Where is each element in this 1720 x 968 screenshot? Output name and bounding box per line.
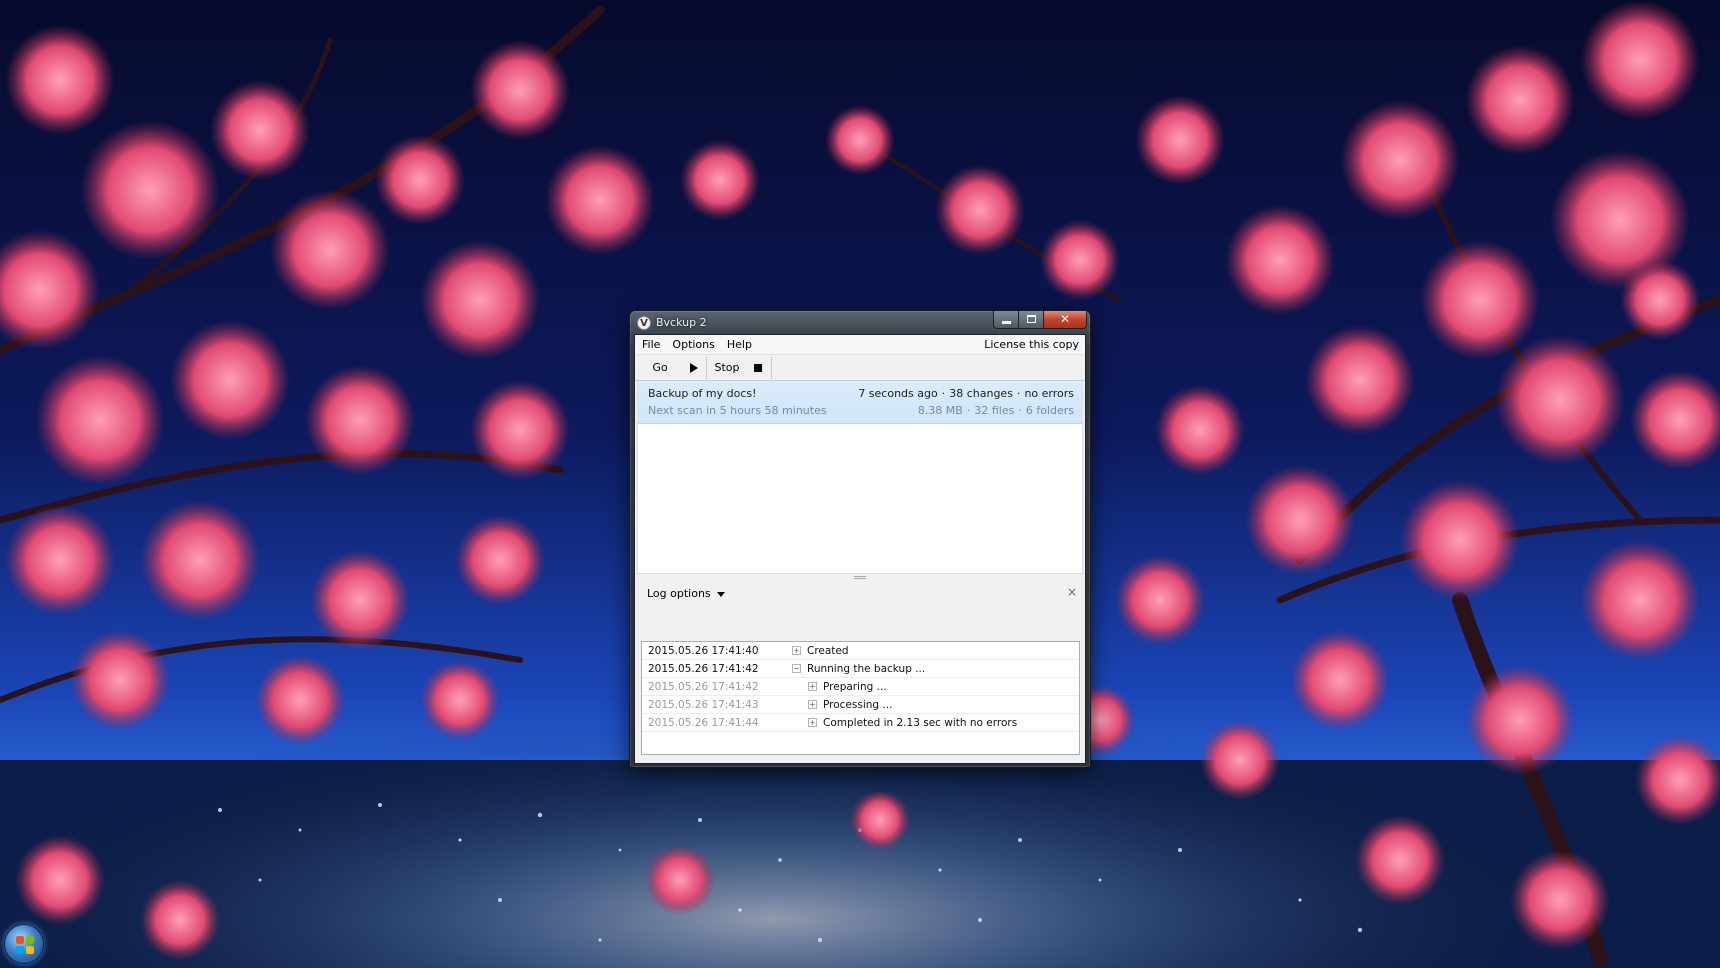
job-errors: no errors [1024, 387, 1074, 400]
toolbar: Go Stop [635, 355, 1085, 381]
start-button[interactable] [4, 924, 44, 964]
license-link[interactable]: License this copy [978, 335, 1085, 355]
log-panel[interactable]: 2015.05.26 17:41:40 + Created 2015.05.26… [641, 641, 1080, 755]
caption-buttons: ✕ [993, 311, 1087, 329]
log-row[interactable]: 2015.05.26 17:41:42 + Preparing ... [642, 678, 1079, 696]
expand-icon[interactable]: + [808, 700, 817, 709]
close-icon: ✕ [1059, 312, 1071, 326]
log-close-button[interactable]: × [1067, 585, 1077, 599]
client-area: File Options Help License this copy Go S… [634, 334, 1086, 764]
job-next-scan: Next scan in 5 hours 58 minutes [648, 404, 827, 417]
play-icon [690, 362, 698, 373]
log-time: 2015.05.26 17:41:42 [648, 680, 759, 693]
go-button[interactable]: Go [639, 357, 681, 379]
log-text: Processing ... [823, 698, 893, 711]
log-row[interactable]: 2015.05.26 17:41:42 − Running the backup… [642, 660, 1079, 678]
menu-options[interactable]: Options [666, 335, 720, 355]
log-time: 2015.05.26 17:41:44 [648, 716, 759, 729]
log-row[interactable]: 2015.05.26 17:41:43 + Processing ... [642, 696, 1079, 714]
close-button[interactable]: ✕ [1044, 311, 1087, 329]
backup-job-list[interactable]: Backup of my docs! Next scan in 5 hours … [637, 381, 1083, 573]
app-icon[interactable]: V [637, 316, 651, 330]
log-time: 2015.05.26 17:41:42 [648, 662, 759, 675]
title-bar[interactable]: V Bvckup 2 ✕ [630, 311, 1090, 335]
window-title: Bvckup 2 [656, 316, 707, 329]
stop-icon [754, 363, 762, 372]
log-time: 2015.05.26 17:41:40 [648, 644, 759, 657]
job-name: Backup of my docs! [648, 387, 757, 400]
log-options-dropdown[interactable]: Log options [647, 587, 725, 600]
menu-help[interactable]: Help [721, 335, 758, 355]
pane-splitter[interactable] [635, 573, 1085, 581]
menu-file[interactable]: File [635, 335, 666, 355]
log-header: Log options × [635, 581, 1085, 605]
job-changes: 38 changes [949, 387, 1013, 400]
log-row[interactable]: 2015.05.26 17:41:44 + Completed in 2.13 … [642, 714, 1079, 732]
expand-icon[interactable]: + [792, 646, 801, 655]
log-text: Preparing ... [823, 680, 887, 693]
toolbar-separator [706, 356, 707, 379]
backup-job-item[interactable]: Backup of my docs! Next scan in 5 hours … [638, 381, 1082, 424]
maximize-button[interactable] [1019, 311, 1044, 329]
play-button[interactable] [681, 357, 705, 379]
log-options-label: Log options [647, 587, 711, 600]
log-text: Running the backup ... [807, 662, 926, 675]
splitter-grip-icon [854, 576, 866, 579]
expand-icon[interactable]: + [808, 718, 817, 727]
job-folders: 6 folders [1025, 404, 1074, 417]
job-size: 8.38 MB [917, 404, 963, 417]
expand-icon[interactable]: + [808, 682, 817, 691]
collapse-icon[interactable]: − [792, 664, 801, 673]
chevron-down-icon [716, 591, 725, 597]
job-files: 32 files [974, 404, 1015, 417]
log-text: Created [807, 644, 849, 657]
toolbar-separator [771, 356, 772, 379]
job-status: 7 seconds ago · 38 changes · no errors [858, 387, 1074, 400]
menu-bar: File Options Help License this copy [635, 335, 1085, 355]
job-last-run: 7 seconds ago [858, 387, 938, 400]
minimize-button[interactable] [993, 311, 1019, 329]
stop-square-button[interactable] [746, 357, 770, 379]
minimize-icon [1002, 321, 1011, 324]
bvckup-window: V Bvckup 2 ✕ File Options Help License t… [629, 310, 1091, 768]
log-row[interactable]: 2015.05.26 17:41:40 + Created [642, 642, 1079, 660]
stop-button[interactable]: Stop [708, 357, 746, 379]
maximize-icon [1027, 315, 1036, 323]
windows-logo-icon [16, 936, 34, 954]
job-stats: 8.38 MB · 32 files · 6 folders [917, 404, 1074, 417]
log-text: Completed in 2.13 sec with no errors [823, 716, 1018, 729]
log-time: 2015.05.26 17:41:43 [648, 698, 759, 711]
